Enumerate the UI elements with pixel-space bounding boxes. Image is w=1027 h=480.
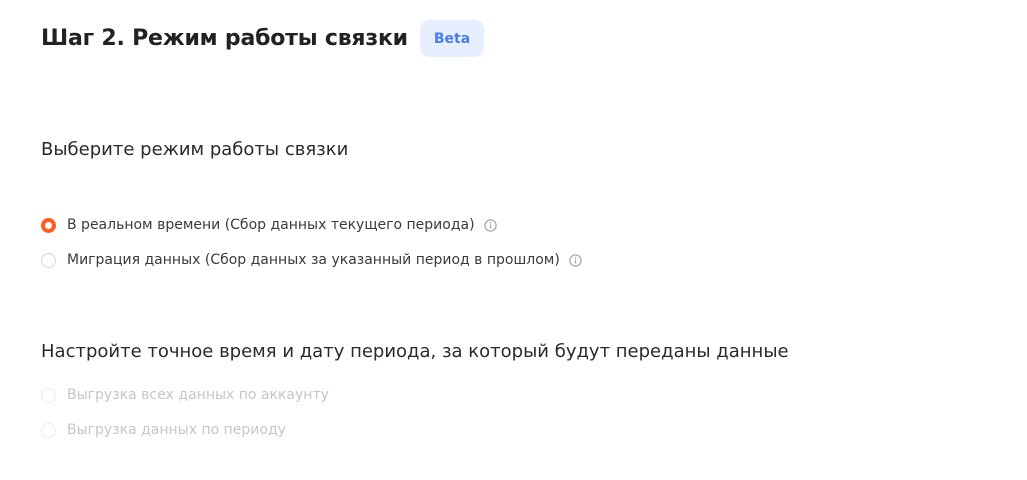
page-header: Шаг 2. Режим работы связки Beta: [41, 20, 485, 57]
radio-label-by-period: Выгрузка данных по периоду: [67, 422, 286, 438]
radio-option-by-period[interactable]: Выгрузка данных по периоду: [41, 420, 286, 440]
beta-badge: Beta: [419, 20, 485, 57]
radio-button-realtime[interactable]: [41, 217, 56, 233]
radio-button-by-period[interactable]: [41, 422, 56, 438]
period-section-title: Настройте точное время и дату периода, з…: [41, 341, 789, 362]
radio-option-migration[interactable]: Миграция данных (Сбор данных за указанны…: [41, 250, 582, 270]
radio-button-all-data[interactable]: [41, 387, 56, 403]
page-title: Шаг 2. Режим работы связки: [41, 26, 408, 51]
radio-label-migration: Миграция данных (Сбор данных за указанны…: [67, 252, 560, 268]
radio-label-realtime: В реальном времени (Сбор данных текущего…: [67, 217, 475, 233]
info-icon[interactable]: [569, 253, 582, 267]
radio-option-all-data[interactable]: Выгрузка всех данных по аккаунту: [41, 385, 329, 405]
radio-label-all-data: Выгрузка всех данных по аккаунту: [67, 387, 329, 403]
radio-option-realtime[interactable]: В реальном времени (Сбор данных текущего…: [41, 215, 497, 235]
info-icon[interactable]: [483, 218, 497, 232]
radio-button-migration[interactable]: [41, 252, 56, 268]
mode-section-title: Выберите режим работы связки: [41, 139, 349, 160]
